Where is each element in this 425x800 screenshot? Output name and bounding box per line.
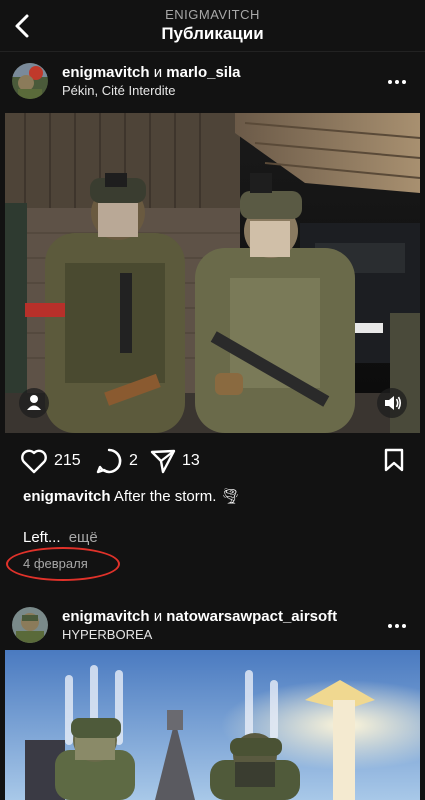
annotation-circle xyxy=(6,547,120,581)
post-location[interactable]: HYPERBOREA xyxy=(62,627,152,642)
caption-truncated: Left... xyxy=(23,529,61,546)
like-button[interactable]: 215 xyxy=(20,447,81,475)
comment-count: 2 xyxy=(129,452,138,469)
send-icon xyxy=(150,449,176,474)
top-bar: ENIGMAVITCH Публикации xyxy=(0,0,425,52)
post-actions: 215 2 13 xyxy=(0,445,425,477)
more-options-button[interactable] xyxy=(387,72,407,92)
more-dots-icon xyxy=(388,80,406,84)
share-count: 13 xyxy=(182,452,200,469)
avatar[interactable] xyxy=(12,607,48,643)
caption-author[interactable]: enigmavitch xyxy=(23,488,111,505)
person-icon xyxy=(27,395,41,410)
post-header: enigmavitch и marlo_sila Pékin, Cité Int… xyxy=(0,52,425,108)
save-button[interactable] xyxy=(383,448,405,472)
page-title: Публикации xyxy=(161,24,264,43)
tornado-emoji: 🌪 xyxy=(220,488,240,505)
caption-more-row: Left... ещё xyxy=(23,529,98,546)
collaborator-name[interactable]: marlo_sila xyxy=(166,64,240,81)
post-authors: enigmavitch и natowarsawpact_airsoft xyxy=(62,608,337,625)
more-options-button[interactable] xyxy=(387,616,407,636)
sound-toggle-button[interactable] xyxy=(377,388,407,418)
collaborator-name[interactable]: natowarsawpact_airsoft xyxy=(166,608,337,625)
heart-icon xyxy=(21,449,47,474)
author-name[interactable]: enigmavitch xyxy=(62,64,150,81)
speaker-icon xyxy=(385,396,402,410)
post-header: enigmavitch и natowarsawpact_airsoft HYP… xyxy=(0,596,425,652)
share-button[interactable]: 13 xyxy=(150,447,200,475)
comment-button[interactable]: 2 xyxy=(95,447,138,475)
profile-username: ENIGMAVITCH xyxy=(165,7,260,22)
author-name[interactable]: enigmavitch xyxy=(62,608,150,625)
post-location[interactable]: Pékin, Cité Interdite xyxy=(62,83,175,98)
comment-icon xyxy=(96,448,122,474)
post-image[interactable] xyxy=(5,113,420,433)
author-connector: и xyxy=(153,608,163,625)
avatar[interactable] xyxy=(12,63,48,99)
post-caption: enigmavitch After the storm. 🌪 xyxy=(23,487,413,505)
bookmark-icon xyxy=(384,448,404,472)
author-connector: и xyxy=(153,64,163,81)
like-count: 215 xyxy=(54,452,81,469)
caption-more-link[interactable]: ещё xyxy=(69,529,98,546)
caption-text: After the storm. xyxy=(113,488,217,505)
tagged-people-button[interactable] xyxy=(19,388,49,418)
more-dots-icon xyxy=(388,624,406,628)
post-authors: enigmavitch и marlo_sila xyxy=(62,64,240,81)
post-image[interactable] xyxy=(5,650,420,800)
